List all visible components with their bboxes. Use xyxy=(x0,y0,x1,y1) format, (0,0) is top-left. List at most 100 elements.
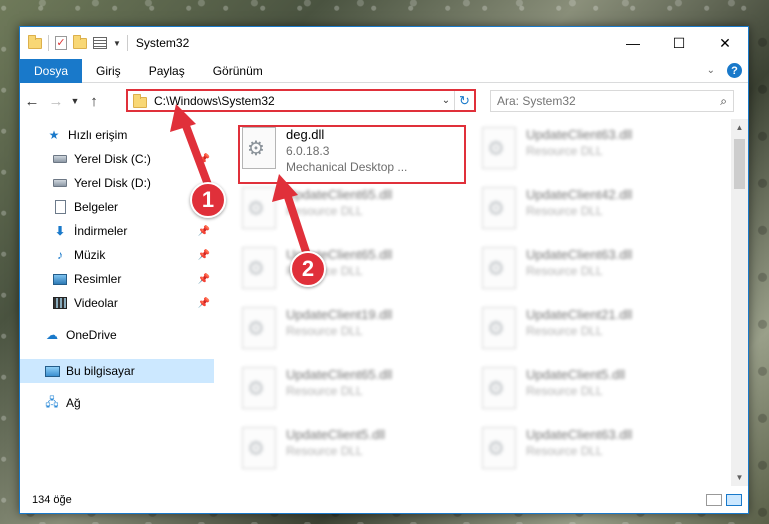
file-description: Resource DLL xyxy=(526,384,603,398)
navigation-bar: ← → ▼ ↑ C:\Windows\System32 ⌄ ↻ ⌕ xyxy=(20,83,748,119)
sidebar-item-pictures[interactable]: Resimler 📌 xyxy=(20,267,214,291)
customize-toolbar-icon[interactable]: ▼ xyxy=(113,39,121,48)
recent-locations-icon[interactable]: ▼ xyxy=(68,96,82,106)
search-input[interactable] xyxy=(497,94,721,108)
sidebar-item-label: İndirmeler xyxy=(74,224,128,238)
address-bar[interactable]: C:\Windows\System32 ⌄ ↻ xyxy=(126,89,476,112)
scroll-up-icon[interactable]: ▲ xyxy=(731,119,748,136)
sidebar-item-local-disk-c[interactable]: Yerel Disk (C:) 📌 xyxy=(20,147,214,171)
list-item[interactable]: UpdateClient65.dllResource DLL xyxy=(242,367,472,427)
step-1-badge: 1 xyxy=(190,182,226,218)
file-list: deg.dll 6.0.18.3 Mechanical Desktop ... … xyxy=(220,119,730,486)
folder-icon xyxy=(28,34,42,49)
dll-file-icon xyxy=(482,307,516,349)
toolbar-separator xyxy=(126,35,128,51)
list-item[interactable]: UpdateClient5.dll Resource DLL xyxy=(482,367,712,427)
up-arrow-icon[interactable]: ↑ xyxy=(82,93,106,110)
properties-check-icon[interactable]: ✓ xyxy=(55,36,67,50)
tab-file[interactable]: Dosya xyxy=(20,58,83,83)
sidebar-item-label: Bu bilgisayar xyxy=(66,364,135,378)
documents-icon xyxy=(52,200,68,214)
file-name: UpdateClient65.dll xyxy=(286,187,393,202)
pictures-icon xyxy=(52,272,68,286)
title-bar: ✓ ▼ System32 — ☐ ✕ xyxy=(20,27,748,59)
file-name: UpdateClient5.dll xyxy=(526,367,626,382)
scrollbar-thumb[interactable] xyxy=(734,139,745,189)
minimize-button[interactable]: — xyxy=(610,27,656,59)
sidebar-item-label: Resimler xyxy=(74,272,122,286)
list-item[interactable]: UpdateClient63.dll Resource DLL xyxy=(482,247,712,307)
tab-view[interactable]: Görünüm xyxy=(199,59,277,83)
help-icon[interactable]: ? xyxy=(727,63,742,78)
dll-file-icon xyxy=(242,127,276,169)
list-item[interactable]: UpdateClient5.dll Resource DLL xyxy=(242,427,472,486)
dll-file-icon xyxy=(482,427,516,469)
list-item[interactable]: UpdateClient21.dll Resource DLL xyxy=(482,307,712,367)
dll-file-icon xyxy=(242,367,276,409)
search-box[interactable]: ⌕ xyxy=(490,90,734,112)
refresh-icon[interactable]: ↻ xyxy=(454,91,474,110)
sidebar-item-documents[interactable]: Belgeler xyxy=(20,195,214,219)
sidebar-item-label: Ağ xyxy=(66,396,81,410)
list-item[interactable]: UpdateClient65.dllResource DLL xyxy=(242,247,472,307)
list-item[interactable]: UpdateClient42.dll Resource DLL xyxy=(482,187,712,247)
file-version: 6.0.18.3 xyxy=(286,144,330,158)
list-item[interactable]: UpdateClient19.dll Resource DLL xyxy=(242,307,472,367)
file-description: Resource DLL xyxy=(526,144,603,158)
close-button[interactable]: ✕ xyxy=(702,27,748,59)
properties-icon[interactable] xyxy=(93,37,107,49)
videos-icon xyxy=(52,296,68,310)
network-icon: 🖧 xyxy=(45,394,59,409)
new-folder-icon[interactable] xyxy=(73,34,87,49)
navigation-pane: ★ Hızlı erişim Yerel Disk (C:) 📌 Yerel D… xyxy=(20,119,214,486)
sidebar-item-quick-access[interactable]: ★ Hızlı erişim xyxy=(20,123,214,147)
folder-icon xyxy=(133,93,147,108)
search-icon[interactable]: ⌕ xyxy=(720,94,727,109)
sidebar-item-downloads[interactable]: ⬇ İndirmeler 📌 xyxy=(20,219,214,243)
music-icon: ♪ xyxy=(57,248,63,262)
scroll-down-icon[interactable]: ▼ xyxy=(731,469,748,486)
sidebar-item-this-pc[interactable]: Bu bilgisayar xyxy=(20,359,214,383)
dll-file-icon xyxy=(482,127,516,169)
vertical-scrollbar[interactable]: ▲ ▼ xyxy=(731,119,748,486)
tab-home[interactable]: Giriş xyxy=(82,59,135,83)
dll-file-icon xyxy=(242,187,276,229)
file-name: UpdateClient21.dll xyxy=(526,307,633,322)
sidebar-item-network[interactable]: 🖧 Ağ xyxy=(20,391,214,415)
file-explorer-window: ✓ ▼ System32 — ☐ ✕ Dosya Giriş Paylaş Gö… xyxy=(19,26,749,514)
sidebar-item-label: Müzik xyxy=(74,248,106,262)
step-2-badge: 2 xyxy=(290,251,326,287)
file-name: UpdateClient63.dll xyxy=(526,247,633,262)
sidebar-item-local-disk-d[interactable]: Yerel Disk (D:) xyxy=(20,171,214,195)
file-description: Mechanical Desktop ... xyxy=(286,160,408,174)
file-description: Resource DLL xyxy=(526,264,603,278)
address-path[interactable]: C:\Windows\System32 xyxy=(154,94,438,108)
list-item[interactable]: UpdateClient65.dll Resource DLL xyxy=(242,187,472,247)
file-description: Resource DLL xyxy=(526,444,603,458)
status-bar: 134 öğe xyxy=(20,486,748,513)
sidebar-item-label: OneDrive xyxy=(66,328,117,342)
tiles-view-icon[interactable] xyxy=(726,494,742,506)
pin-icon: 📌 xyxy=(197,273,210,285)
list-item[interactable]: UpdateClient63.dll Resource DLL xyxy=(482,427,712,486)
forward-arrow-icon[interactable]: → xyxy=(44,93,68,110)
sidebar-item-music[interactable]: ♪ Müzik 📌 xyxy=(20,243,214,267)
expand-ribbon-icon[interactable]: ⌄ xyxy=(707,65,715,76)
list-item[interactable]: UpdateClient63.dll Resource DLL xyxy=(482,127,712,187)
maximize-button[interactable]: ☐ xyxy=(656,27,702,59)
window-controls: — ☐ ✕ xyxy=(610,27,748,59)
sidebar-item-videos[interactable]: Videolar 📌 xyxy=(20,291,214,315)
back-arrow-icon[interactable]: ← xyxy=(20,93,44,110)
file-name: deg.dll xyxy=(286,127,325,142)
sidebar-item-onedrive[interactable]: ☁ OneDrive xyxy=(20,323,214,347)
tab-share[interactable]: Paylaş xyxy=(135,59,199,83)
drive-icon xyxy=(52,152,68,166)
file-tile-deg-dll[interactable]: deg.dll 6.0.18.3 Mechanical Desktop ... xyxy=(242,127,472,187)
file-name: UpdateClient5.dll xyxy=(286,427,386,442)
chevron-down-icon[interactable]: ⌄ xyxy=(438,95,454,106)
sidebar-item-label: Belgeler xyxy=(74,200,119,214)
file-description: Resource DLL xyxy=(286,204,363,218)
details-view-icon[interactable] xyxy=(706,494,722,506)
pin-icon: 📌 xyxy=(197,153,210,165)
dll-file-icon xyxy=(482,247,516,289)
